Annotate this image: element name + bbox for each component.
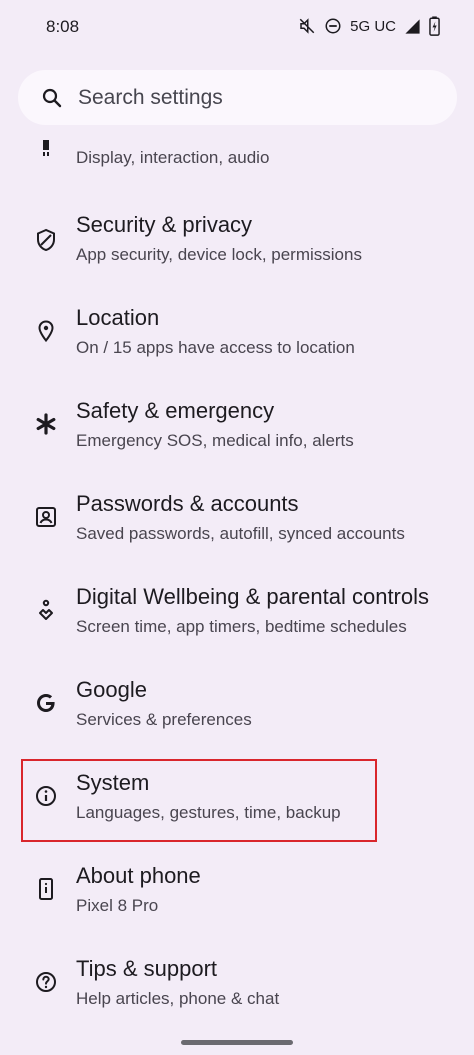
info-icon [34,784,58,808]
phone-info-icon [34,877,58,901]
settings-item-location[interactable]: Location On / 15 apps have access to loc… [0,303,474,396]
settings-item-digital-wellbeing[interactable]: Digital Wellbeing & parental controls Sc… [0,582,474,675]
do-not-disturb-icon [325,18,341,34]
settings-item-passwords-accounts[interactable]: Passwords & accounts Saved passwords, au… [0,489,474,582]
settings-item-about-phone[interactable]: About phone Pixel 8 Pro [0,861,474,954]
network-label: 5G UC [350,17,396,35]
item-subtitle: On / 15 apps have access to location [76,338,355,357]
item-title: Security & privacy [76,212,253,237]
item-subtitle: Languages, gestures, time, backup [76,803,341,822]
settings-item-safety-emergency[interactable]: Safety & emergency Emergency SOS, medica… [0,396,474,489]
item-title: Tips & support [76,956,218,981]
search-bar[interactable]: Search settings [18,70,457,125]
item-subtitle: App security, device lock, permissions [76,245,362,264]
battery-icon [429,16,440,36]
item-title: Passwords & accounts [76,491,299,516]
item-subtitle: Help articles, phone & chat [76,989,280,1008]
settings-item-security-privacy[interactable]: Security & privacy App security, device … [0,210,474,303]
google-icon [34,691,58,715]
shield-icon [34,228,58,252]
search-icon [42,88,62,107]
item-title: Safety & emergency [76,398,275,423]
item-title: Location [76,305,160,330]
accessibility-icon [34,138,58,162]
status-bar: 8:08 5G UC [0,0,474,56]
item-title: Google [76,677,147,702]
account-box-icon [34,505,58,529]
settings-item-google[interactable]: Google Services & preferences [0,675,474,768]
settings-item-accessibility[interactable]: Display, interaction, audio [0,130,474,167]
wellbeing-icon [34,598,58,622]
item-subtitle: Services & preferences [76,710,252,729]
item-title: System [76,770,150,795]
status-time: 8:08 [46,17,80,36]
item-subtitle: Display, interaction, audio [76,148,270,167]
location-pin-icon [34,319,58,343]
signal-icon [405,18,420,34]
home-indicator[interactable] [181,1040,293,1045]
asterisk-icon [34,412,58,436]
item-subtitle: Saved passwords, autofill, synced accoun… [76,524,405,543]
item-subtitle: Screen time, app timers, bedtime schedul… [76,617,407,636]
status-icons: 5G UC [298,16,440,36]
item-subtitle: Emergency SOS, medical info, alerts [76,431,354,450]
settings-item-tips-support[interactable]: Tips & support Help articles, phone & ch… [0,954,474,1047]
search-placeholder: Search settings [78,85,223,109]
mute-icon [299,18,315,34]
item-title: About phone [76,863,201,888]
settings-item-system[interactable]: System Languages, gestures, time, backup [0,768,474,861]
item-title: Digital Wellbeing & parental controls [76,584,429,609]
settings-list[interactable]: Display, interaction, audio Security & p… [0,130,474,1055]
help-icon [34,970,58,994]
item-subtitle: Pixel 8 Pro [76,896,159,915]
